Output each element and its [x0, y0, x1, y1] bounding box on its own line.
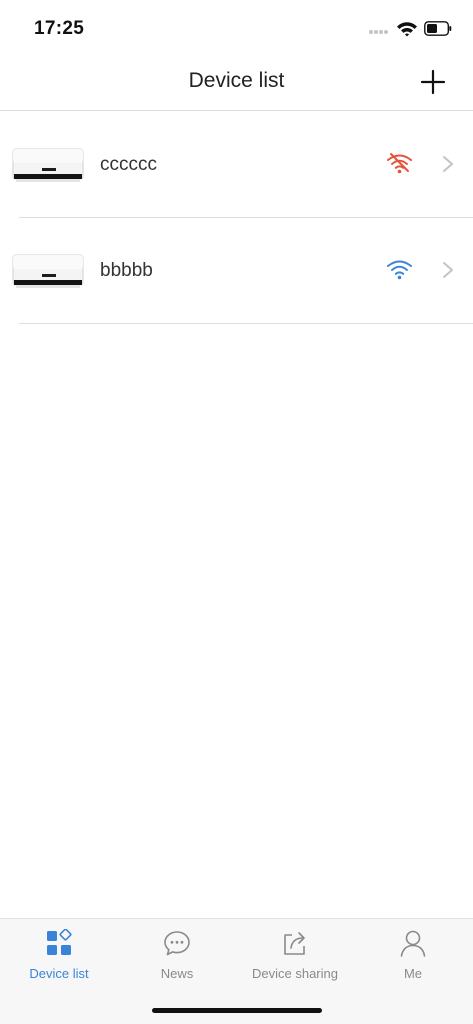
device-name: bbbbb: [100, 260, 153, 281]
nav-bar: Device list: [0, 56, 473, 111]
person-icon: [400, 930, 426, 957]
share-icon: [284, 932, 305, 955]
status-bar: 17:25: [0, 0, 473, 56]
chat-bubble-icon: [164, 931, 190, 956]
air-conditioner-image: [12, 148, 84, 182]
tab-bar: Device list News Device sharing Me: [0, 918, 473, 1024]
tab-label: News: [160, 966, 194, 981]
tab-label: Device list: [29, 966, 89, 981]
page-title: Device list: [188, 69, 285, 92]
plus-icon[interactable]: [416, 65, 450, 99]
status-time: 17:25: [34, 18, 85, 39]
air-conditioner-image: [12, 254, 84, 288]
wifi-off-icon: [387, 153, 412, 174]
wifi-icon: [397, 22, 417, 37]
home-indicator[interactable]: [152, 1008, 322, 1013]
tab-label: Device sharing: [252, 966, 338, 981]
chevron-right-icon: [443, 156, 453, 172]
device-row-cccccc[interactable]: cccccc: [0, 112, 473, 218]
device-row-bbbbb[interactable]: bbbbb: [0, 218, 473, 324]
device-list: cccccc bbbbb: [0, 112, 473, 324]
signal-dots-icon: [369, 30, 391, 35]
tab-device-sharing[interactable]: Device sharing: [236, 919, 354, 997]
tab-me[interactable]: Me: [354, 919, 472, 997]
tab-news[interactable]: News: [118, 919, 236, 997]
wifi-icon: [387, 260, 412, 280]
chevron-right-icon: [443, 262, 453, 278]
device-name: cccccc: [100, 154, 157, 175]
tab-device-list[interactable]: Device list: [0, 919, 118, 997]
device-grid-icon: [47, 929, 72, 955]
tab-label: Me: [403, 966, 423, 981]
battery-icon: [424, 21, 452, 36]
